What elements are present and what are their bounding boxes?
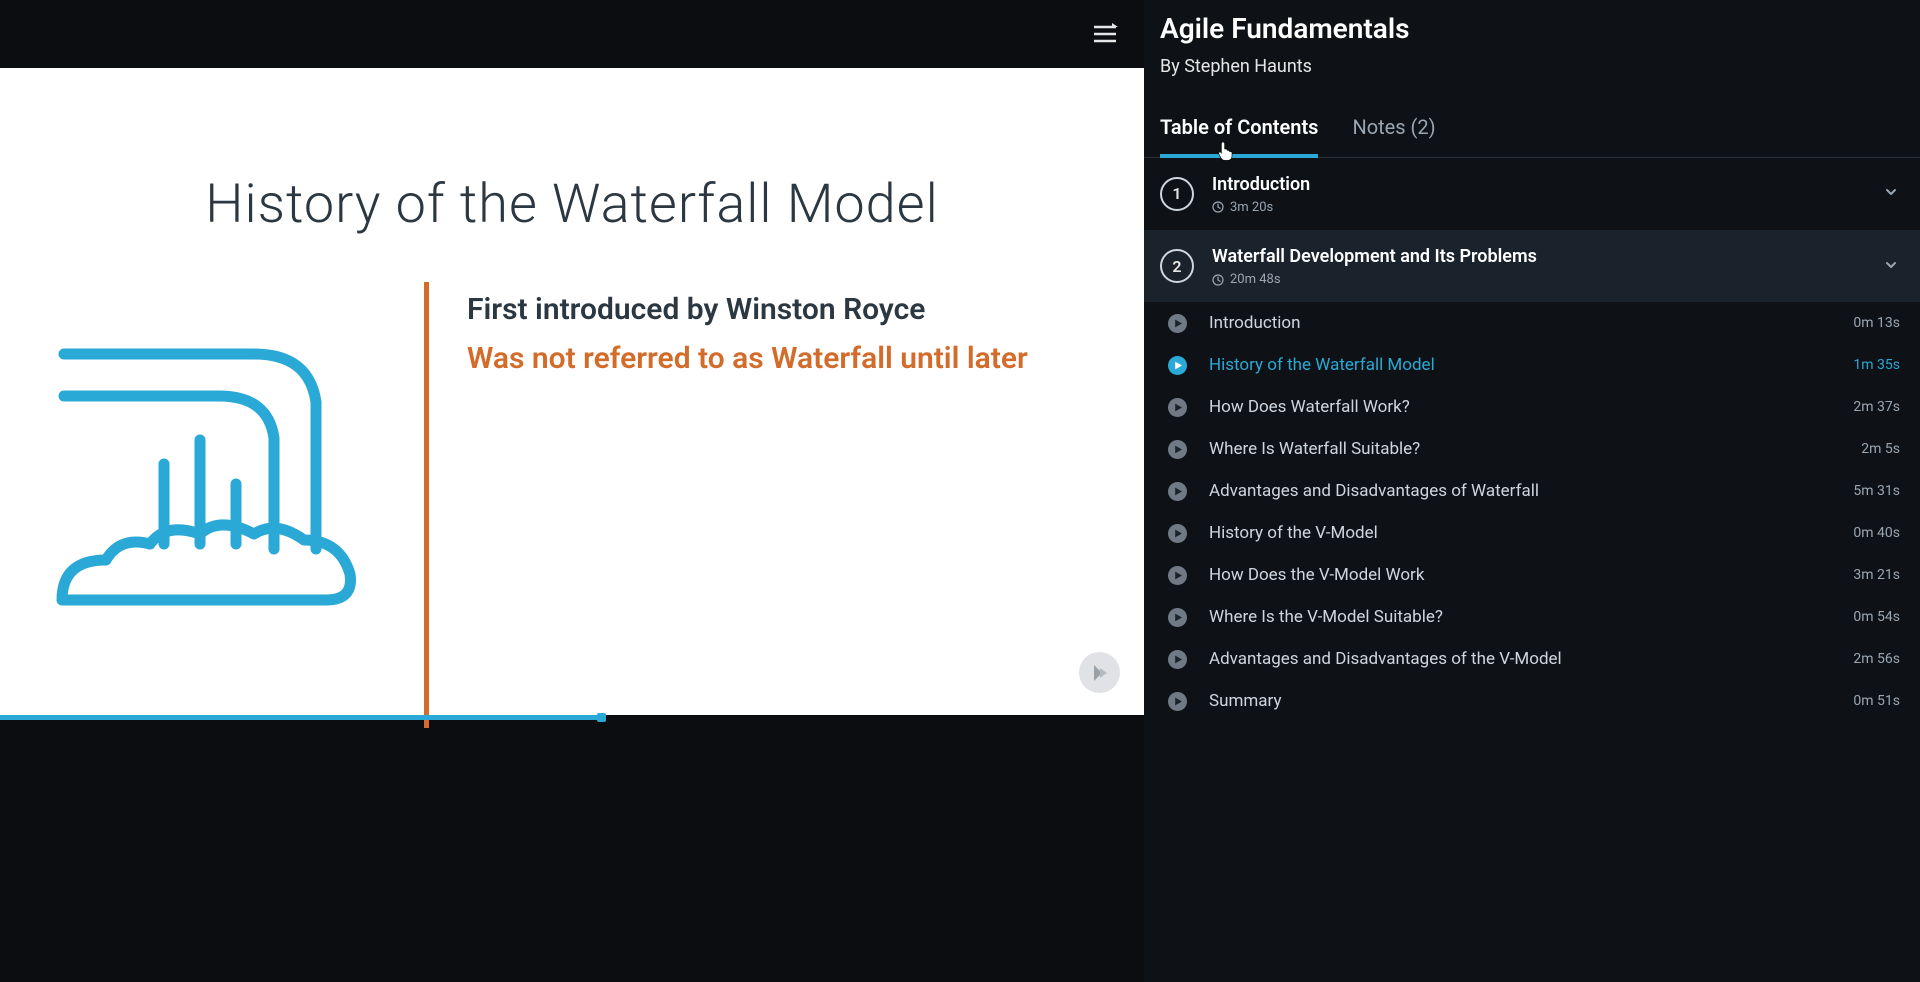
lesson-row[interactable]: Introduction 0m 13s [1144,302,1920,344]
lesson-row[interactable]: Where Is Waterfall Suitable? 2m 5s [1144,428,1920,470]
chevron-down-icon [1884,185,1898,199]
lesson-row[interactable]: Where Is the V-Model Suitable? 0m 54s [1144,596,1920,638]
play-icon [1168,482,1187,501]
player-top-bar [0,0,1144,68]
module-number: 1 [1160,177,1194,211]
player-column: History of the Waterfall Model First int… [0,0,1144,982]
play-icon [1168,608,1187,627]
lessons-list: Introduction 0m 13s History of the Waterfa… [1144,302,1920,722]
lesson-title: History of the V-Model [1209,523,1820,543]
module-meta: Introduction 3m 20s [1212,173,1866,215]
watermark-badge [1079,652,1120,693]
module-meta: Waterfall Development and Its Problems 20… [1212,245,1866,287]
play-icon [1168,314,1187,333]
course-title: Agile Fundamentals [1160,12,1896,46]
sidebar-header: Agile Fundamentals By Stephen Haunts [1144,0,1920,77]
play-logo-icon [1090,663,1110,683]
modules-list: 1 Introduction 3m 20s 2 Waterfall Developmen… [1144,158,1920,982]
slide-bullet-1: First introduced by Winston Royce [467,292,925,327]
play-icon [1168,440,1187,459]
lesson-title: Advantages and Disadvantages of the V-Mo… [1209,649,1820,669]
tab-notes[interactable]: Notes (2) [1352,107,1435,157]
tab-table-of-contents[interactable]: Table of Contents [1160,107,1318,157]
play-icon [1168,398,1187,417]
lesson-duration: 1m 35s [1842,357,1900,373]
collapse-panel-icon [1092,23,1118,45]
module-title: Introduction [1212,173,1866,196]
slide-title: History of the Waterfall Model [0,173,1144,236]
lesson-row[interactable]: How Does the V-Model Work 3m 21s [1144,554,1920,596]
lesson-row[interactable]: Advantages and Disadvantages of the V-Mo… [1144,638,1920,680]
clock-icon [1212,201,1224,213]
toggle-sidebar-button[interactable] [1088,17,1122,51]
play-icon [1168,566,1187,585]
lesson-row[interactable]: Advantages and Disadvantages of Waterfal… [1144,470,1920,512]
module-duration: 3m 20s [1212,200,1866,215]
lesson-title: Advantages and Disadvantages of Waterfal… [1209,481,1820,501]
lesson-duration: 0m 51s [1842,693,1900,709]
lesson-duration: 0m 40s [1842,525,1900,541]
play-icon [1168,356,1187,375]
module-row[interactable]: 2 Waterfall Development and Its Problems 2… [1144,230,1920,302]
expand-toggle[interactable] [1884,184,1898,203]
lesson-title: Where Is the V-Model Suitable? [1209,607,1820,627]
lesson-title: Summary [1209,691,1820,711]
lesson-title: History of the Waterfall Model [1209,355,1820,375]
divider [424,282,429,728]
lesson-row[interactable]: Summary 0m 51s [1144,680,1920,722]
lesson-title: How Does Waterfall Work? [1209,397,1820,417]
sidebar-tabs: Table of Contents Notes (2) [1144,107,1920,158]
lesson-row[interactable]: History of the V-Model 0m 40s [1144,512,1920,554]
lesson-duration: 5m 31s [1842,483,1900,499]
lesson-row[interactable]: History of the Waterfall Model 1m 35s [1144,344,1920,386]
module-title: Waterfall Development and Its Problems [1212,245,1866,268]
lesson-title: Introduction [1209,313,1820,333]
lesson-title: Where Is Waterfall Suitable? [1209,439,1820,459]
chevron-down-icon [1884,258,1898,272]
course-sidebar: Agile Fundamentals By Stephen Haunts Tab… [1144,0,1920,982]
lesson-duration: 2m 5s [1842,441,1900,457]
progress-fill [0,715,601,720]
play-icon [1168,524,1187,543]
lesson-duration: 3m 21s [1842,567,1900,583]
play-icon [1168,692,1187,711]
player-controls-area [0,720,1144,982]
clock-icon [1212,274,1224,286]
module-number: 2 [1160,249,1194,283]
play-icon [1168,650,1187,669]
module-row[interactable]: 1 Introduction 3m 20s [1144,158,1920,230]
lesson-duration: 2m 56s [1842,651,1900,667]
video-slide[interactable]: History of the Waterfall Model First int… [0,68,1144,715]
progress-handle[interactable] [597,713,606,722]
lesson-row[interactable]: How Does Waterfall Work? 2m 37s [1144,386,1920,428]
lesson-duration: 2m 37s [1842,399,1900,415]
lesson-title: How Does the V-Model Work [1209,565,1820,585]
expand-toggle[interactable] [1884,257,1898,276]
lesson-duration: 0m 54s [1842,609,1900,625]
progress-bar[interactable] [0,715,1144,720]
slide-bullet-2: Was not referred to as Waterfall until l… [467,341,1028,376]
module-duration: 20m 48s [1212,272,1866,287]
course-author: By Stephen Haunts [1160,56,1896,77]
app-root: History of the Waterfall Model First int… [0,0,1920,982]
lesson-duration: 0m 13s [1842,315,1900,331]
waterfall-icon [54,344,358,610]
